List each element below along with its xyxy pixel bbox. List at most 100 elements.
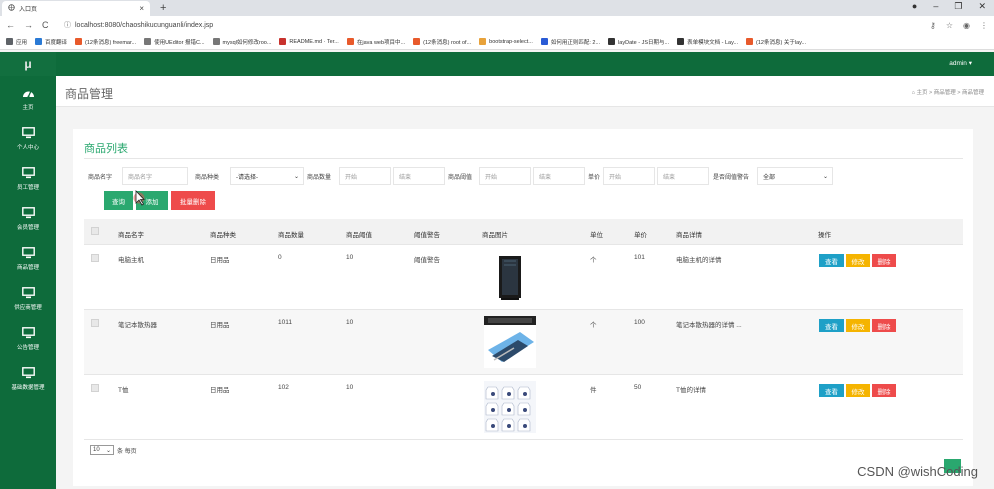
sidebar-item[interactable]: 会员管理 (0, 202, 56, 240)
filter-bar: 商品名字 商品名字 商品种类 -请选择- ⌄ 商品数量 开始 结束 商品阈值 开始… (88, 167, 968, 185)
key-icon[interactable]: ⚷ (930, 21, 936, 30)
view-button[interactable]: 查看 (819, 319, 844, 332)
reload-icon[interactable]: C (42, 20, 49, 30)
delete-button[interactable]: 删除 (872, 319, 896, 332)
bookmark-item[interactable]: bootstrap-select... (479, 38, 533, 45)
bookmark-favicon-icon (346, 38, 354, 45)
tab-title: 入口页 (19, 7, 38, 13)
column-header: 阈值警告 (414, 232, 440, 239)
select-all-checkbox[interactable] (91, 227, 99, 235)
bookmark-item[interactable]: 表单模块文档 - Lay... (677, 38, 738, 46)
sidebar-item[interactable]: 商品管理 (0, 242, 56, 280)
bookmark-item[interactable]: (12条消息) root of... (413, 38, 471, 46)
breadcrumb: ⌂ 主页 > 商品管理 > 商品管理 (911, 90, 984, 96)
edit-button[interactable]: 修改 (846, 319, 870, 332)
qty-start-input[interactable]: 开始 (339, 167, 391, 185)
panel-divider (84, 158, 963, 159)
price-start-input[interactable]: 开始 (603, 167, 655, 185)
view-button[interactable]: 查看 (819, 384, 844, 397)
threshold-end-placeholder: 结束 (539, 174, 552, 181)
threshold-end-input[interactable]: 结束 (533, 167, 585, 185)
sidebar-item[interactable]: 供应商管理 (0, 282, 56, 320)
cell-qty: 102 (278, 384, 289, 391)
bookmark-item[interactable]: 使用UEditor 报错C... (144, 38, 205, 46)
bookmark-item[interactable]: (12条消息) freemar... (75, 38, 136, 46)
name-filter-input[interactable]: 商品名字 (122, 167, 188, 185)
maximize-icon[interactable]: ❐ (954, 1, 962, 12)
cell-unit: 件 (590, 387, 597, 394)
account-icon[interactable]: ◉ (963, 21, 970, 30)
bookmarks-bar: 应用 百度翻译 (12条消息) freemar... 使用UEditor 报错C...… (0, 34, 994, 50)
browser-tab[interactable]: 入口页 × (2, 1, 150, 16)
delete-button[interactable]: 删除 (872, 384, 896, 397)
bookmark-favicon-icon (144, 38, 152, 45)
page-title: 商品管理 (65, 87, 114, 101)
profile-icon[interactable]: ● (912, 1, 917, 12)
back-icon[interactable]: ← (6, 20, 15, 30)
page-size-value: 10 (93, 447, 100, 453)
sidebar-item-label: 供应商管理 (14, 305, 42, 311)
sidebar-item[interactable]: 公告管理 (0, 322, 56, 360)
chevron-down-icon: ⌄ (105, 447, 111, 454)
user-menu[interactable]: admin ▾ (949, 59, 972, 67)
search-button[interactable]: 查询 (104, 191, 133, 210)
bookmark-label: README.md · Ter... (289, 38, 339, 45)
sidebar-item[interactable]: 主页 (0, 82, 56, 120)
cell-warning: 阈值警告 (414, 257, 440, 264)
sidebar-item-label: 会员管理 (16, 225, 39, 231)
sidebar-item[interactable]: 个人中心 (0, 122, 56, 160)
batch-delete-button[interactable]: 批量删除 (171, 191, 215, 210)
page-header: 商品管理 ⌂ 主页 > 商品管理 > 商品管理 (56, 76, 994, 107)
app-logo: μ (0, 52, 56, 76)
url-field[interactable]: ⓘ localhost:8080/chaoshikucunguanli/inde… (64, 20, 930, 30)
sidebar-item[interactable]: 基础数据管理 (0, 362, 56, 400)
monitor-icon (21, 126, 35, 140)
edit-button[interactable]: 修改 (846, 254, 870, 267)
cell-name: 笔记本散热器 (118, 322, 157, 329)
cell-threshold: 10 (346, 319, 354, 326)
view-button[interactable]: 查看 (819, 254, 844, 267)
column-header: 商品种类 (210, 232, 236, 239)
address-actions: ⚷ ☆ ◉ ⋮ (930, 21, 988, 30)
edit-button[interactable]: 修改 (846, 384, 870, 397)
sidebar-item[interactable]: 员工管理 (0, 162, 56, 200)
bookmark-item[interactable]: 如何用正则匹配: 2... (540, 38, 600, 46)
type-filter-select[interactable]: -请选择- ⌄ (230, 167, 304, 185)
product-list-panel: 商品列表 商品名字 商品名字 商品种类 -请选择- ⌄ 商品数量 开始 结束 商品… (73, 129, 973, 486)
bookmark-favicon-icon (6, 38, 13, 45)
row-checkbox[interactable] (91, 254, 99, 262)
delete-button[interactable]: 删除 (872, 254, 896, 267)
sidebar-item-label: 主页 (22, 105, 34, 111)
info-icon[interactable]: ⓘ (64, 20, 71, 30)
bookmark-item[interactable]: README.md · Ter... (279, 38, 339, 45)
menu-icon[interactable]: ⋮ (980, 21, 988, 30)
star-icon[interactable]: ☆ (946, 21, 953, 30)
bookmark-item[interactable]: (12条消息) 关于lay... (746, 38, 806, 46)
row-checkbox[interactable] (91, 384, 99, 392)
bookmark-item[interactable]: mysql如何修改roo... (212, 38, 271, 46)
bookmark-favicon-icon (212, 38, 220, 45)
threshold-start-placeholder: 开始 (485, 174, 498, 181)
bookmark-item[interactable]: 应用 (6, 38, 27, 46)
bookmark-label: (12条消息) freemar... (85, 39, 137, 46)
close-icon[interactable]: × (139, 4, 144, 13)
bookmark-label: 百度翻译 (45, 39, 68, 46)
cell-qty: 1011 (278, 319, 292, 326)
bookmark-item[interactable]: 在java web项目中... (346, 38, 405, 46)
page-size-select[interactable]: 10 ⌄ (90, 445, 114, 455)
warn-filter-select[interactable]: 全部 ⌄ (757, 167, 833, 185)
bookmark-favicon-icon (608, 38, 616, 45)
window-close-icon[interactable]: ✕ (978, 1, 986, 12)
qty-end-input[interactable]: 结束 (393, 167, 445, 185)
new-tab-icon[interactable]: + (160, 2, 166, 14)
bookmark-item[interactable]: 百度翻译 (35, 38, 67, 46)
column-header: 商品图片 (482, 232, 508, 239)
row-checkbox[interactable] (91, 319, 99, 327)
threshold-start-input[interactable]: 开始 (479, 167, 531, 185)
price-end-input[interactable]: 结束 (657, 167, 709, 185)
bookmark-item[interactable]: layDate - JS日期与... (608, 38, 669, 46)
minimize-icon[interactable]: – (933, 1, 938, 12)
column-header: 商品详情 (676, 232, 702, 239)
bookmark-favicon-icon (677, 38, 685, 45)
forward-icon[interactable]: → (24, 20, 33, 30)
